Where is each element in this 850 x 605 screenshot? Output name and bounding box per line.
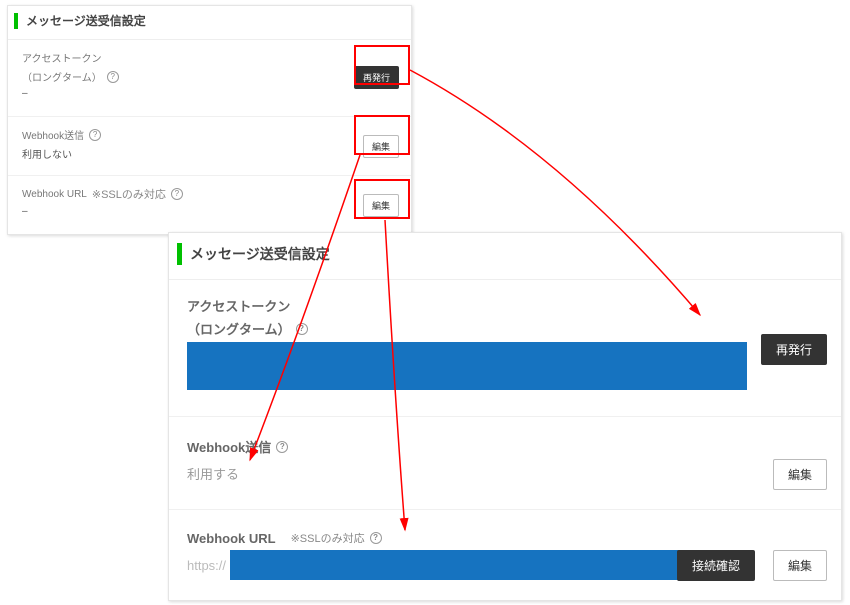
accent-bar <box>177 243 182 265</box>
section-header: メッセージ送受信設定 <box>169 233 841 280</box>
token-label-sub: （ロングターム） ? <box>187 319 823 338</box>
webhook-send-label: Webhook送信 ? <box>187 437 823 456</box>
accent-bar <box>14 13 18 29</box>
webhook-send-value: 利用する <box>187 464 823 483</box>
edit-button[interactable]: 編集 <box>773 459 827 490</box>
token-value-redacted <box>187 342 747 390</box>
token-label: アクセストークン <box>187 296 823 315</box>
help-icon[interactable]: ? <box>276 441 288 453</box>
row-webhook-send: Webhook送信 ? 利用する 編集 <box>169 417 841 510</box>
reissue-button[interactable]: 再発行 <box>354 66 399 89</box>
help-icon[interactable]: ? <box>296 323 308 335</box>
webhook-url-label: Webhook URL ※SSLのみ対応 ? <box>22 186 397 202</box>
settings-panel-before: メッセージ送受信設定 アクセストークン （ロングターム） ? – 再発行 Web… <box>7 5 412 235</box>
help-icon[interactable]: ? <box>107 71 119 83</box>
token-label-sub: （ロングターム） ? <box>22 69 397 84</box>
help-icon[interactable]: ? <box>89 129 101 141</box>
row-webhook-send: Webhook送信 ? 利用しない 編集 <box>8 117 411 176</box>
token-label: アクセストークン <box>22 50 397 65</box>
url-prefix: https:// <box>187 550 230 580</box>
section-header: メッセージ送受信設定 <box>8 6 411 40</box>
webhook-send-value: 利用しない <box>22 146 397 161</box>
settings-panel-after: メッセージ送受信設定 アクセストークン （ロングターム） ? 再発行 Webho… <box>168 232 842 601</box>
webhook-url-value: – <box>22 206 397 220</box>
edit-button[interactable]: 編集 <box>363 135 399 158</box>
section-title: メッセージ送受信設定 <box>26 12 146 29</box>
token-value: – <box>22 88 397 102</box>
verify-connection-button[interactable]: 接続確認 <box>677 550 755 581</box>
webhook-url-label: Webhook URL ※SSLのみ対応 ? <box>187 530 823 546</box>
row-webhook-url: Webhook URL ※SSLのみ対応 ? https:// 接続確認 編集 <box>169 510 841 600</box>
reissue-button[interactable]: 再発行 <box>761 334 827 365</box>
row-access-token: アクセストークン （ロングターム） ? – 再発行 <box>8 40 411 117</box>
row-access-token: アクセストークン （ロングターム） ? 再発行 <box>169 280 841 417</box>
section-title: メッセージ送受信設定 <box>190 244 330 264</box>
webhook-send-label: Webhook送信 ? <box>22 127 397 142</box>
edit-button[interactable]: 編集 <box>363 194 399 217</box>
row-webhook-url: Webhook URL ※SSLのみ対応 ? – 編集 <box>8 176 411 234</box>
help-icon[interactable]: ? <box>171 188 183 200</box>
help-icon[interactable]: ? <box>370 532 382 544</box>
webhook-url-value-redacted: https:// <box>187 550 682 580</box>
edit-button[interactable]: 編集 <box>773 550 827 581</box>
